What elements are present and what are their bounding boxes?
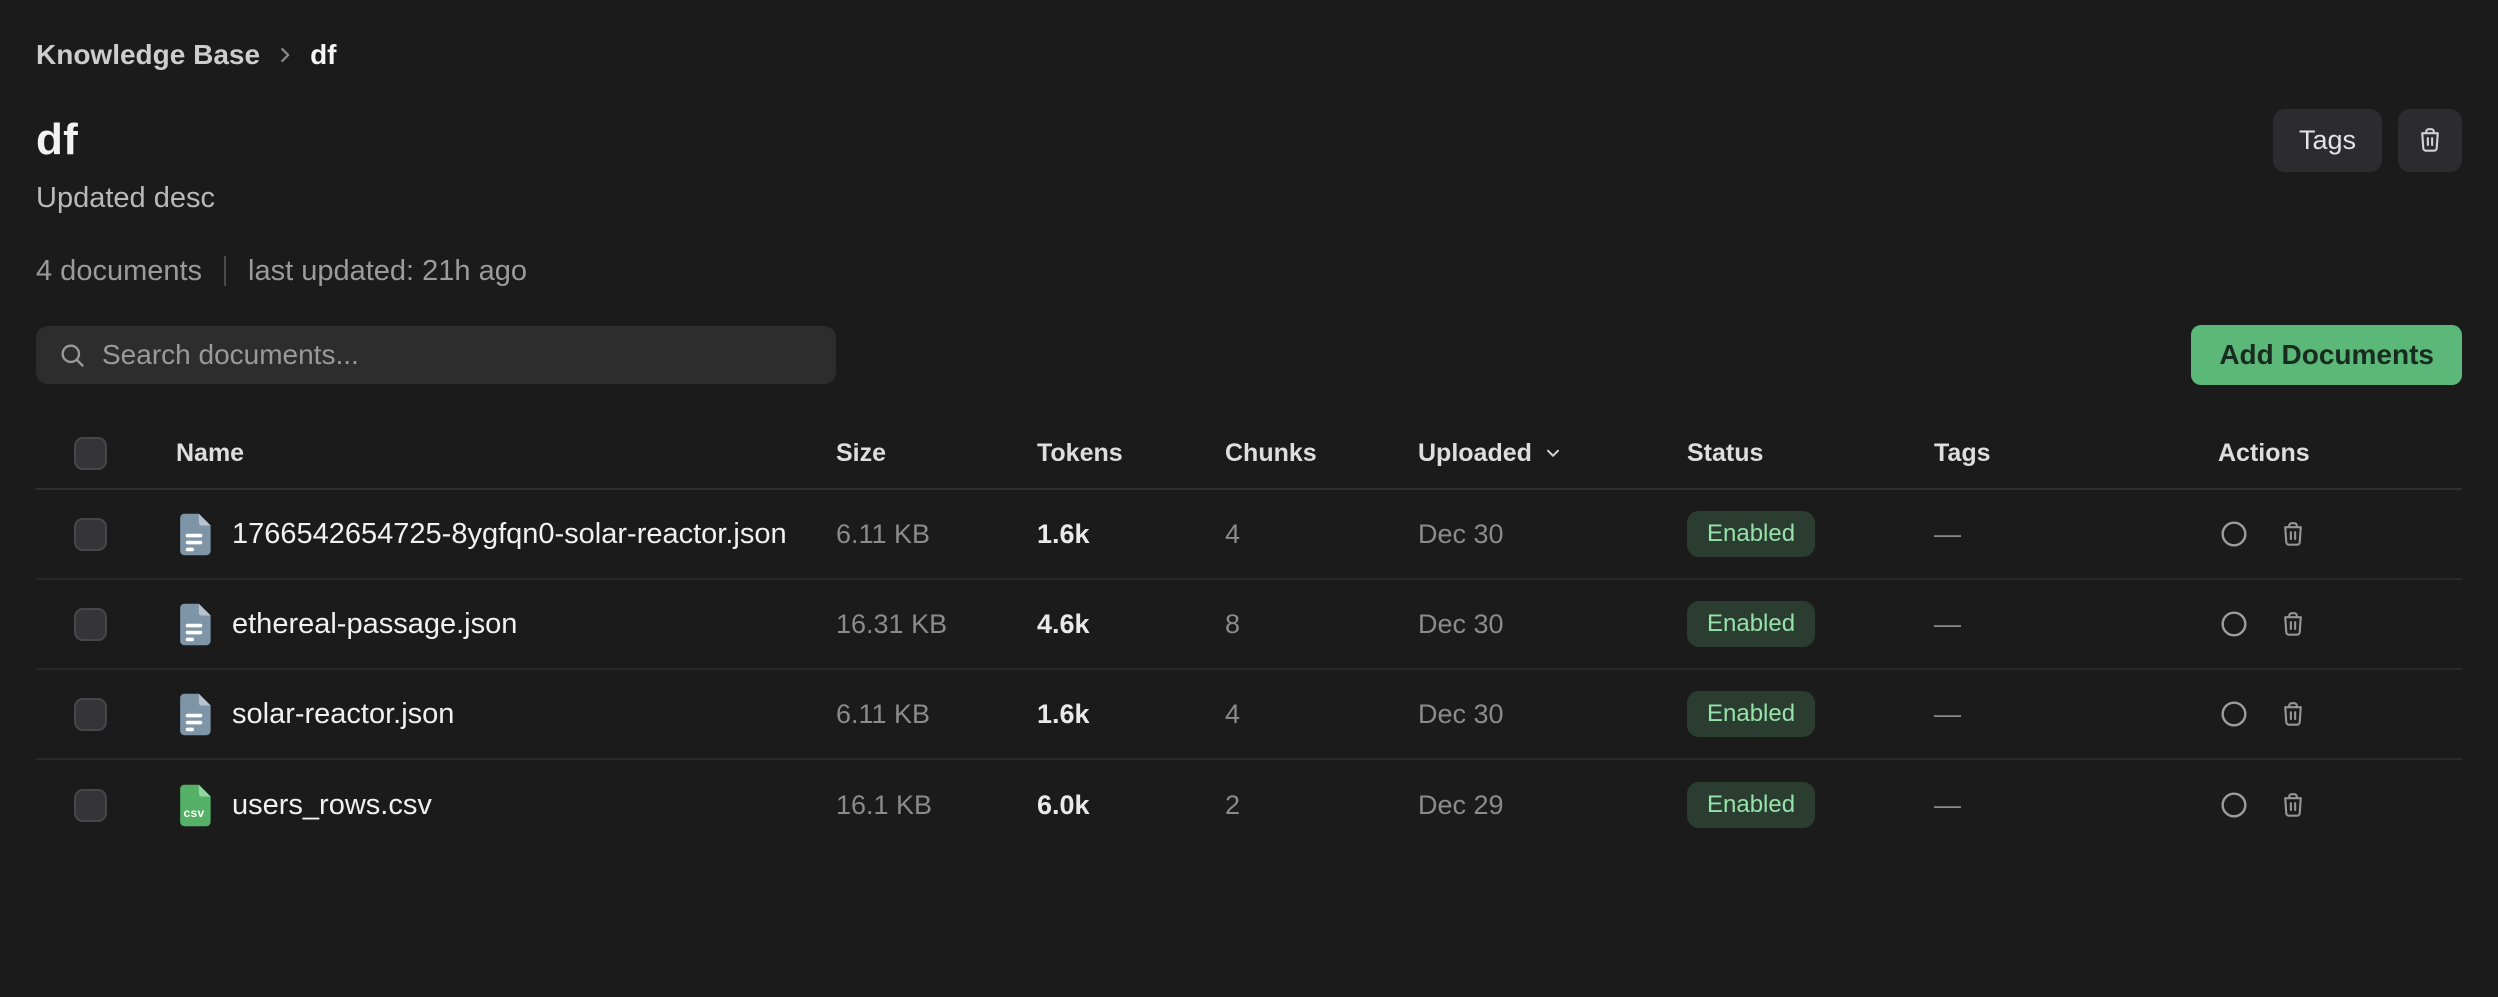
json-file-icon: [176, 602, 212, 647]
page-title: df: [36, 115, 78, 165]
document-tags: —: [1934, 609, 2218, 640]
column-header-uploaded[interactable]: Uploaded: [1418, 439, 1687, 468]
document-size: 6.11 KB: [836, 519, 1037, 550]
csv-icon-label: csv: [176, 806, 212, 820]
document-chunks: 2: [1225, 790, 1418, 821]
kb-description: Updated desc: [36, 182, 2462, 214]
toolbar: Add Documents: [36, 325, 2462, 385]
title-row: df Tags: [36, 108, 2462, 172]
toggle-status-icon[interactable]: [2218, 698, 2250, 730]
document-size: 16.31 KB: [836, 609, 1037, 640]
document-size: 16.1 KB: [836, 790, 1037, 821]
document-uploaded: Dec 29: [1418, 790, 1687, 821]
document-uploaded: Dec 30: [1418, 519, 1687, 550]
row-checkbox[interactable]: [74, 789, 107, 822]
toggle-status-icon[interactable]: [2218, 789, 2250, 821]
delete-document-icon[interactable]: [2278, 699, 2308, 729]
json-file-icon: [176, 512, 212, 557]
csv-file-icon: csv: [176, 783, 212, 828]
column-header-status: Status: [1687, 439, 1934, 468]
column-header-chunks: Chunks: [1225, 439, 1418, 468]
select-all-checkbox[interactable]: [74, 437, 107, 470]
column-header-size: Size: [836, 439, 1037, 468]
title-actions: Tags: [2273, 109, 2462, 172]
chevron-right-icon: [274, 44, 296, 66]
document-tokens: 4.6k: [1037, 609, 1225, 640]
breadcrumb-root-link[interactable]: Knowledge Base: [36, 39, 260, 71]
column-header-tokens: Tokens: [1037, 439, 1225, 468]
last-updated: last updated: 21h ago: [248, 255, 527, 288]
toggle-status-icon[interactable]: [2218, 518, 2250, 550]
status-badge: Enabled: [1687, 601, 1815, 647]
tags-button[interactable]: Tags: [2273, 109, 2382, 172]
table-row[interactable]: csv users_rows.csv 16.1 KB 6.0k 2 Dec 29…: [36, 760, 2462, 850]
table-row[interactable]: csv ethereal-passage.json 16.31 KB 4.6k …: [36, 580, 2462, 670]
document-tokens: 1.6k: [1037, 699, 1225, 730]
document-tags: —: [1934, 699, 2218, 730]
breadcrumb-current: df: [310, 39, 336, 71]
chevron-down-icon: [1542, 442, 1564, 464]
search-input[interactable]: [102, 339, 814, 371]
search-box[interactable]: [36, 326, 836, 384]
document-uploaded: Dec 30: [1418, 699, 1687, 730]
column-header-actions: Actions: [2218, 439, 2462, 468]
document-tags: —: [1934, 519, 2218, 550]
document-size: 6.11 KB: [836, 699, 1037, 730]
add-documents-button[interactable]: Add Documents: [2191, 325, 2462, 385]
breadcrumb: Knowledge Base df: [36, 40, 2462, 70]
row-checkbox[interactable]: [74, 518, 107, 551]
meta-divider: [224, 256, 226, 286]
status-badge: Enabled: [1687, 691, 1815, 737]
document-chunks: 8: [1225, 609, 1418, 640]
uploaded-label: Uploaded: [1418, 439, 1532, 468]
table-row[interactable]: csv solar-reactor.json 6.11 KB 1.6k 4 De…: [36, 670, 2462, 760]
delete-kb-button[interactable]: [2398, 109, 2462, 172]
documents-table: Name Size Tokens Chunks Uploaded Status …: [36, 418, 2462, 850]
document-uploaded: Dec 30: [1418, 609, 1687, 640]
document-tokens: 1.6k: [1037, 519, 1225, 550]
table-body: csv 1766542654725-8ygfqn0-solar-reactor.…: [36, 490, 2462, 850]
delete-document-icon[interactable]: [2278, 519, 2308, 549]
document-chunks: 4: [1225, 699, 1418, 730]
status-badge: Enabled: [1687, 511, 1815, 557]
column-header-name: Name: [176, 439, 836, 468]
documents-count: 4 documents: [36, 255, 202, 288]
row-checkbox[interactable]: [74, 698, 107, 731]
document-name: ethereal-passage.json: [232, 608, 517, 641]
table-row[interactable]: csv 1766542654725-8ygfqn0-solar-reactor.…: [36, 490, 2462, 580]
document-name: users_rows.csv: [232, 789, 432, 822]
meta-row: 4 documents last updated: 21h ago: [36, 254, 2462, 288]
trash-icon: [2415, 125, 2445, 155]
delete-document-icon[interactable]: [2278, 790, 2308, 820]
row-checkbox[interactable]: [74, 608, 107, 641]
search-icon: [58, 341, 86, 369]
document-name: solar-reactor.json: [232, 698, 454, 731]
table-header: Name Size Tokens Chunks Uploaded Status …: [36, 418, 2462, 490]
knowledge-base-page: Knowledge Base df df Tags Updated desc 4…: [0, 0, 2498, 850]
column-header-tags: Tags: [1934, 439, 2218, 468]
toggle-status-icon[interactable]: [2218, 608, 2250, 640]
document-tokens: 6.0k: [1037, 790, 1225, 821]
delete-document-icon[interactable]: [2278, 609, 2308, 639]
document-tags: —: [1934, 790, 2218, 821]
json-file-icon: [176, 692, 212, 737]
document-name: 1766542654725-8ygfqn0-solar-reactor.json: [232, 518, 787, 551]
document-chunks: 4: [1225, 519, 1418, 550]
status-badge: Enabled: [1687, 782, 1815, 828]
